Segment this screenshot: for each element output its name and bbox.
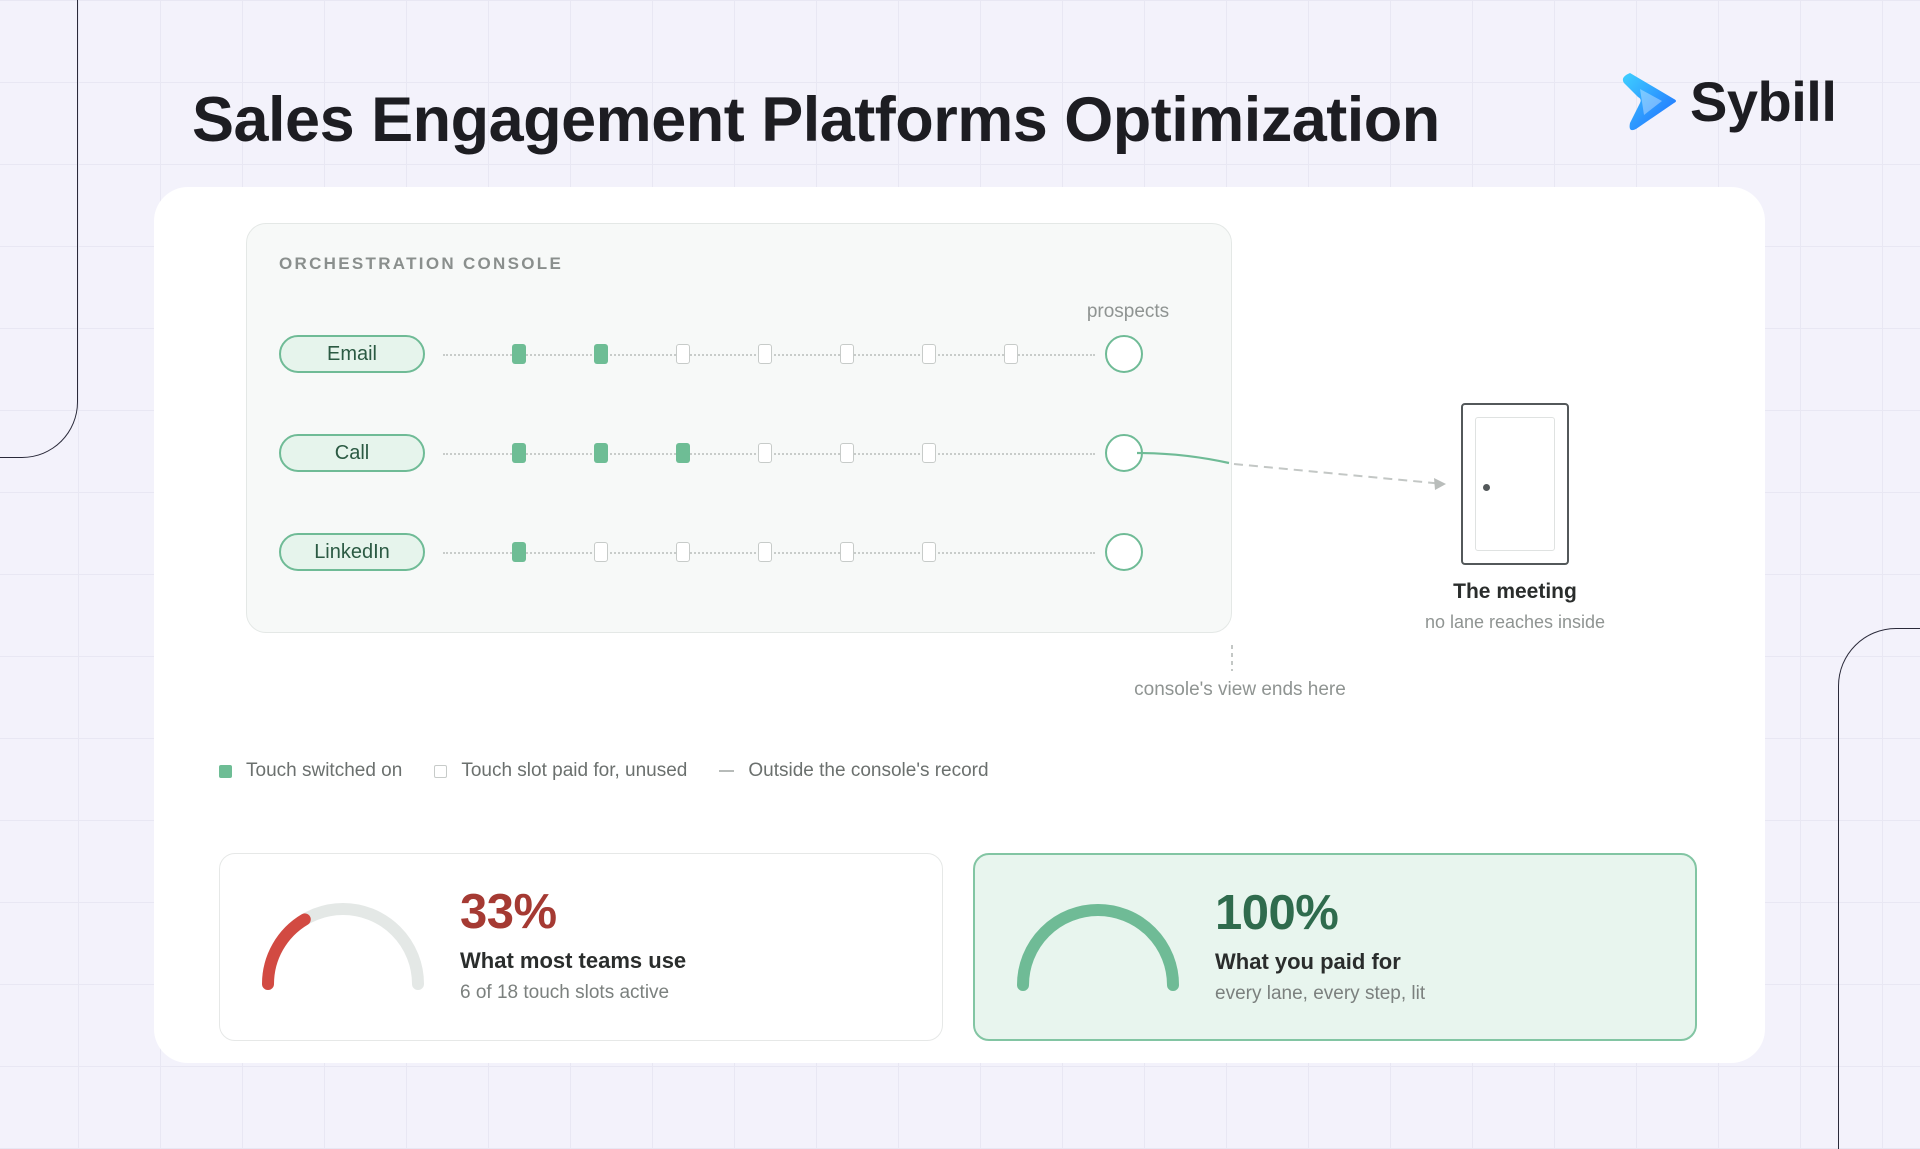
touch-slot-unused — [758, 344, 772, 364]
stat-label: What you paid for — [1215, 949, 1401, 974]
touch-slot-unused — [840, 443, 854, 463]
legend-label: Outside the console's record — [748, 760, 989, 781]
stat-value: 33% — [460, 885, 557, 939]
lane-label-email[interactable]: Email — [279, 335, 425, 373]
prospect-node — [1105, 533, 1143, 571]
touch-slot-unused — [922, 443, 936, 463]
page-title: Sales Engagement Platforms Optimization — [192, 85, 1440, 155]
legend-item-outside: Outside the console's record — [719, 760, 989, 782]
stat-subtitle: every lane, every step, lit — [1215, 983, 1426, 1004]
stat-label: What most teams use — [460, 948, 687, 973]
dashed-arrow-line — [1233, 463, 1445, 485]
main-card: ORCHESTRATION CONSOLE prospects Email Ca… — [154, 187, 1765, 1063]
legend-item-on: Touch switched on — [219, 760, 402, 782]
touch-slot-unused — [922, 542, 936, 562]
touch-slot-unused — [676, 542, 690, 562]
brand-logo: Sybill — [1618, 68, 1837, 134]
touch-slot-unused — [676, 344, 690, 364]
lane-call: Call — [279, 434, 1219, 478]
touch-slot-active — [594, 443, 608, 463]
touch-slot-unused — [594, 542, 608, 562]
lane-label-linkedin[interactable]: LinkedIn — [279, 533, 425, 571]
decorative-corner-left — [0, 0, 78, 458]
touch-slot-unused — [1004, 344, 1018, 364]
touch-slot-unused — [840, 344, 854, 364]
touch-slot-active — [512, 542, 526, 562]
touch-slot-active — [676, 443, 690, 463]
touch-slot-unused — [758, 542, 772, 562]
touch-slot-unused — [922, 344, 936, 364]
console-title: ORCHESTRATION CONSOLE — [279, 254, 564, 273]
orchestration-console: ORCHESTRATION CONSOLE prospects Email Ca… — [246, 223, 1232, 633]
gauge-fill — [261, 913, 311, 990]
gauge-track — [262, 903, 424, 990]
legend-item-unused: Touch slot paid for, unused — [434, 760, 687, 782]
empty-square-icon — [434, 764, 448, 778]
prospect-node — [1105, 335, 1143, 373]
decorative-corner-right — [1838, 628, 1920, 1149]
dash-icon — [719, 770, 735, 772]
filled-square-icon — [219, 764, 232, 778]
legend-label: Touch switched on — [246, 760, 403, 781]
prospect-node — [1105, 434, 1143, 472]
touch-slot-active — [512, 443, 526, 463]
boundary-note: console's view ends here — [1134, 679, 1346, 700]
meeting-title: The meeting — [1453, 580, 1577, 603]
legend-label: Touch slot paid for, unused — [461, 760, 688, 781]
touch-slot-unused — [840, 542, 854, 562]
touch-slot-unused — [758, 443, 772, 463]
prospects-label: prospects — [1086, 301, 1170, 322]
lane-label-call[interactable]: Call — [279, 434, 425, 472]
meeting-subtitle: no lane reaches inside — [1424, 612, 1606, 632]
stat-value: 100% — [1215, 886, 1339, 940]
door-knob — [1483, 484, 1490, 491]
meeting-door-icon — [1461, 403, 1569, 565]
brand-name: Sybill — [1690, 69, 1837, 133]
touch-slot-active — [512, 344, 526, 364]
stat-subtitle: 6 of 18 touch slots active — [460, 982, 670, 1003]
gauge-paid — [1017, 904, 1179, 991]
touch-slot-active — [594, 344, 608, 364]
lane-email: Email — [279, 335, 1219, 379]
gauge-track — [1017, 904, 1179, 991]
stat-card-used: 33% What most teams use 6 of 18 touch sl… — [219, 853, 943, 1041]
lane-linkedin: LinkedIn — [279, 533, 1219, 577]
sybill-logo-icon — [1622, 73, 1676, 131]
gauge-fill — [1017, 904, 1179, 991]
legend: Touch switched on Touch slot paid for, u… — [219, 759, 1021, 783]
arrowhead-icon — [1434, 478, 1446, 490]
stat-card-paid: 100% What you paid for every lane, every… — [973, 853, 1697, 1041]
gauge-used — [261, 903, 424, 990]
